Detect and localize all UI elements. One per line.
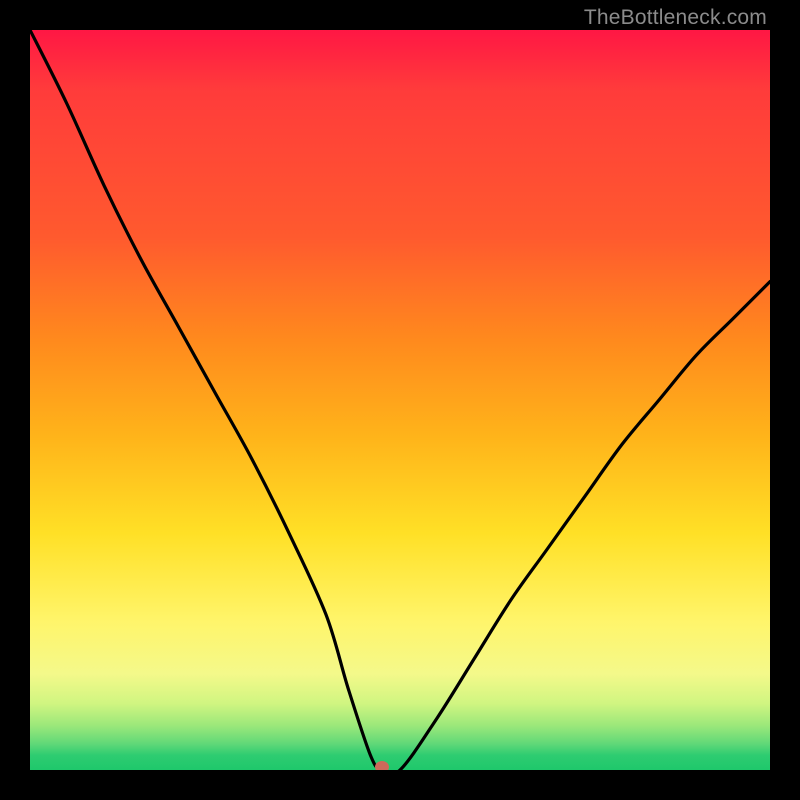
plot-area <box>30 30 770 770</box>
bottleneck-curve <box>30 30 770 770</box>
optimum-marker <box>375 761 389 770</box>
watermark-text: TheBottleneck.com <box>584 6 767 30</box>
bottleneck-curve-path <box>30 30 770 770</box>
chart-stage: TheBottleneck.com <box>0 0 800 800</box>
